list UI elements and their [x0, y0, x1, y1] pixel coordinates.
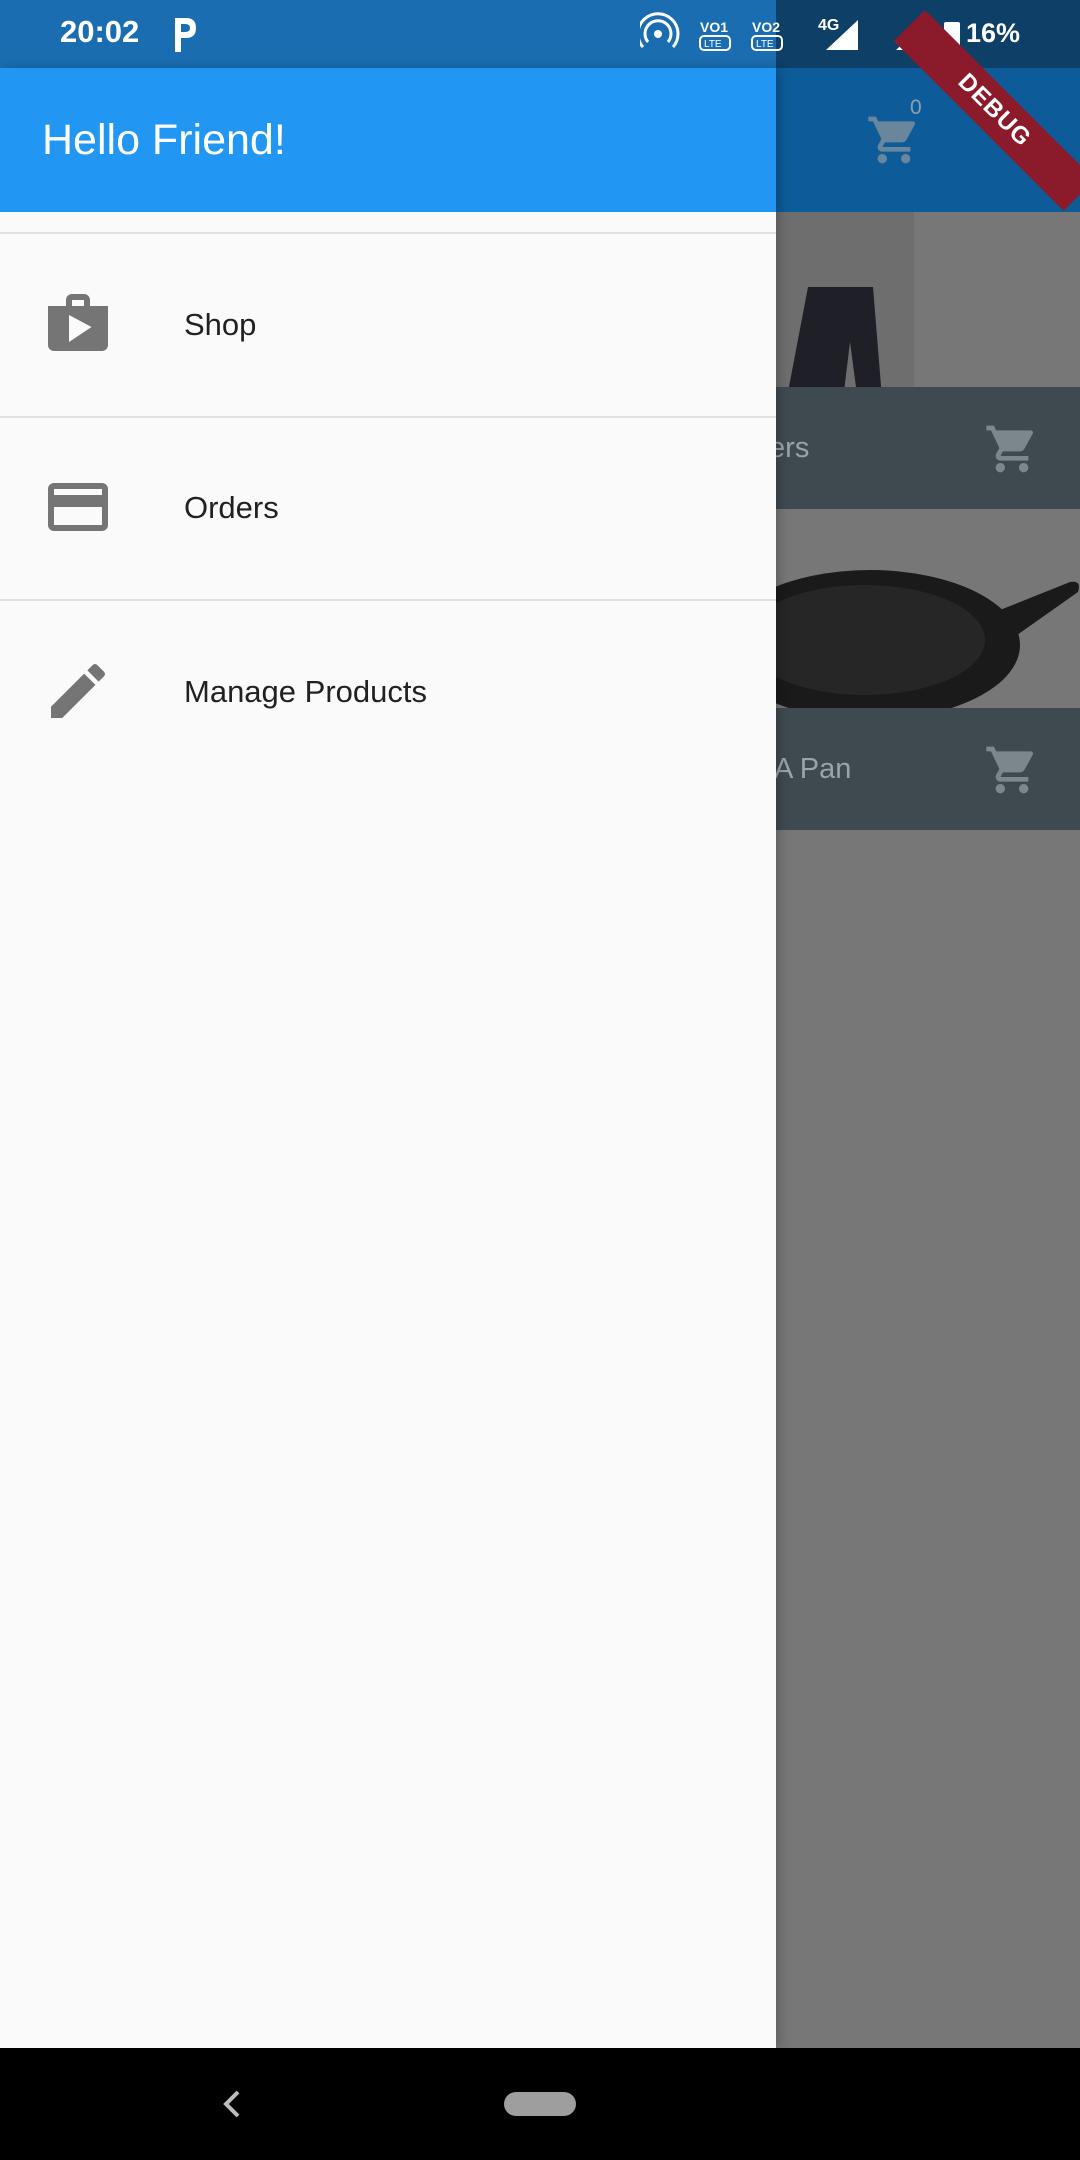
volte-2-icon: VO2 LTE — [751, 19, 783, 51]
cart-icon[interactable] — [866, 112, 922, 168]
product-tile-footer-pan[interactable]: A Pan — [776, 708, 1080, 830]
svg-text:LTE: LTE — [704, 39, 722, 50]
shop-icon — [48, 294, 108, 351]
svg-text:LTE: LTE — [756, 39, 774, 50]
status-time: 20:02 — [60, 14, 140, 49]
product-title: A Pan — [774, 753, 852, 785]
drawer-item-label: Manage Products — [184, 674, 427, 709]
hotspot-icon — [640, 12, 680, 48]
svg-text:4G: 4G — [818, 17, 839, 34]
product-tile-footer-trousers[interactable]: Trousers — [776, 387, 1080, 509]
add-to-cart-icon[interactable] — [984, 421, 1040, 477]
drawer-item-label: Orders — [184, 490, 279, 525]
drawer-title: Hello Friend! — [42, 116, 286, 164]
home-pill-button[interactable] — [504, 2092, 576, 2116]
p-icon — [175, 18, 196, 52]
drawer-item-label: Shop — [184, 307, 257, 342]
drawer-item-orders[interactable]: Orders — [0, 417, 776, 599]
add-to-cart-icon[interactable] — [984, 742, 1040, 798]
battery-percentage: 16% — [966, 18, 1021, 48]
back-icon[interactable] — [218, 2084, 246, 2124]
edit-icon — [51, 663, 106, 718]
svg-text:VO1: VO1 — [700, 19, 728, 35]
credit-card-icon — [48, 483, 108, 531]
cart-badge-count: 0 — [910, 96, 922, 119]
signal-4g-icon: 4G — [818, 17, 858, 50]
svg-text:VO2: VO2 — [752, 19, 780, 35]
volte-1-icon: VO1 LTE — [699, 19, 731, 51]
drawer-item-manage-products[interactable]: Manage Products — [0, 601, 776, 783]
drawer-item-shop[interactable]: Shop — [0, 234, 776, 416]
